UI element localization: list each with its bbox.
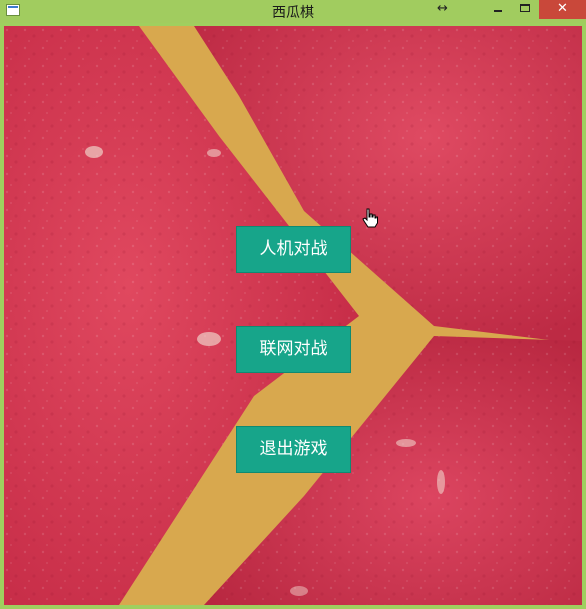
watermelon-background-image (4, 26, 582, 605)
seed-mark (290, 586, 308, 596)
resize-icon[interactable]: ↔ (437, 1, 448, 16)
exit-game-button[interactable]: 退出游戏 (236, 426, 351, 473)
close-button[interactable]: ✕ (539, 0, 586, 19)
close-icon: ✕ (557, 1, 568, 16)
online-battle-button[interactable]: 联网对战 (236, 326, 351, 373)
seed-mark (85, 146, 103, 158)
app-window: 西瓜棋 ↔ ✕ 人机对战 联网对战 退出游戏 (0, 0, 586, 609)
pve-battle-button[interactable]: 人机对战 (236, 226, 351, 273)
seed-mark (197, 332, 221, 346)
maximize-button[interactable] (512, 0, 539, 19)
game-background: 人机对战 联网对战 退出游戏 (4, 26, 582, 605)
title-bar[interactable]: 西瓜棋 ↔ ✕ (0, 0, 586, 23)
hand-cursor-icon (362, 208, 378, 228)
maximize-icon (520, 4, 530, 12)
minimize-button[interactable] (484, 0, 512, 19)
seed-mark (437, 470, 445, 494)
seed-mark (396, 439, 416, 447)
seed-mark (207, 149, 221, 157)
minimize-icon (494, 10, 502, 12)
